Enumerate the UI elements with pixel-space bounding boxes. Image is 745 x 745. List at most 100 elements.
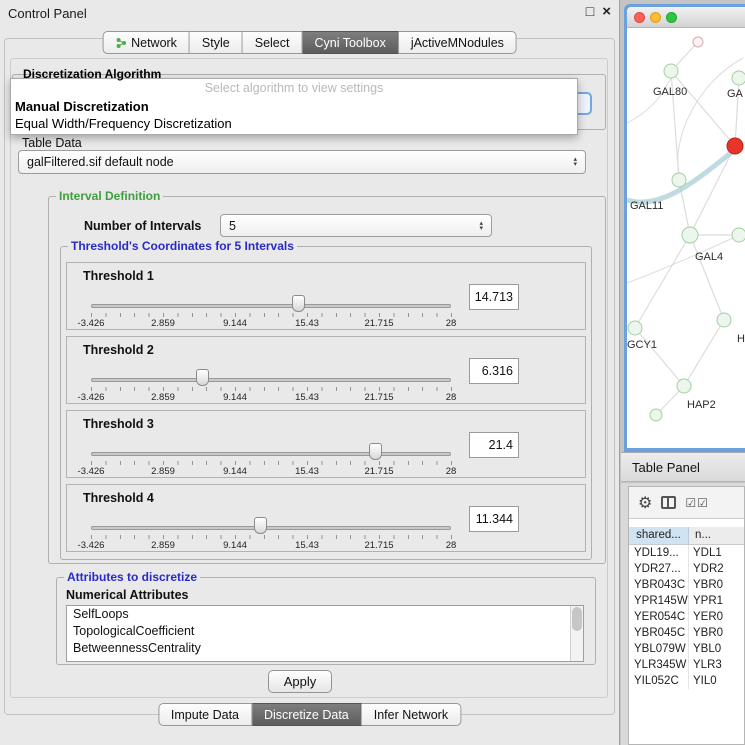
- table-row[interactable]: YBR043CYBR0: [629, 577, 744, 593]
- network-node-selected[interactable]: [727, 138, 743, 154]
- cell-shared-name: YDL19...: [629, 545, 689, 561]
- network-node[interactable]: [732, 71, 745, 85]
- network-node[interactable]: [682, 227, 698, 243]
- tab-cyni-toolbox[interactable]: Cyni Toolbox: [302, 31, 398, 54]
- slider-track[interactable]: [91, 304, 451, 308]
- zoom-traffic-light-icon[interactable]: [666, 12, 677, 23]
- interval-definition-group-title: Interval Definition: [56, 189, 163, 203]
- slider-thumb[interactable]: [254, 517, 267, 534]
- cell-shared-name: YPR145W: [629, 593, 689, 609]
- attribute-item[interactable]: SelfLoops: [67, 606, 583, 623]
- slider-scale-label: 9.144: [223, 540, 247, 551]
- attribute-item[interactable]: TopologicalCoefficient: [67, 623, 583, 640]
- slider-ticks: [91, 387, 452, 391]
- cell-name: YBL0: [689, 641, 744, 657]
- tab-infer-network[interactable]: Infer Network: [362, 703, 461, 726]
- table-row[interactable]: YDR27...YDR2: [629, 561, 744, 577]
- threshold-label: Threshold 3: [83, 417, 154, 431]
- close-icon[interactable]: ×: [602, 3, 611, 20]
- bottom-tab-bar: Impute Data Discretize Data Infer Networ…: [158, 703, 461, 726]
- slider-track[interactable]: [91, 378, 451, 382]
- tab-select[interactable]: Select: [243, 31, 303, 54]
- slider-scale-label: 2.859: [151, 318, 175, 329]
- network-edge: [690, 146, 735, 235]
- table-body: YDL19...YDL1YDR27...YDR2YBR043CYBR0YPR14…: [629, 545, 744, 689]
- tab-jactivemnodules[interactable]: jActiveMNodules: [399, 31, 517, 54]
- threshold-value-field[interactable]: 6.316: [469, 358, 519, 384]
- gear-icon[interactable]: ⚙: [638, 493, 652, 513]
- table-row[interactable]: YBR045CYBR0: [629, 625, 744, 641]
- list-scrollbar[interactable]: [570, 606, 583, 661]
- slider-track[interactable]: [91, 526, 451, 530]
- network-node[interactable]: [664, 64, 678, 78]
- columns-icon[interactable]: [661, 496, 676, 509]
- network-node[interactable]: [693, 37, 703, 47]
- table-data-combobox[interactable]: galFiltered.sif default node ▴▾: [18, 150, 586, 174]
- network-node[interactable]: [677, 379, 691, 393]
- table-row[interactable]: YPR145WYPR1: [629, 593, 744, 609]
- threshold-panel: Threshold 4 11.344 -3.4262.8599.14415.43…: [66, 484, 586, 552]
- select-columns-icons[interactable]: ☑☑: [685, 496, 709, 510]
- algorithm-dropdown-popup: Select algorithm to view settings Manual…: [10, 78, 578, 135]
- table-row[interactable]: YER054CYER0: [629, 609, 744, 625]
- scrollbar-thumb[interactable]: [572, 607, 582, 631]
- tab-network[interactable]: Network: [102, 31, 190, 54]
- network-view-window: GAL80GAGAL11GAL4GCY1HHAP2: [624, 4, 745, 452]
- network-node[interactable]: [672, 173, 686, 187]
- node-table: ⚙ ☑☑ shared... n... YDL19...YDL1YDR27...…: [628, 486, 745, 745]
- tab-label: Style: [202, 36, 230, 50]
- network-node[interactable]: [717, 313, 731, 327]
- dropdown-option-manual-discretization[interactable]: Manual Discretization: [11, 98, 577, 115]
- network-node[interactable]: [732, 228, 745, 242]
- threshold-value-field[interactable]: 14.713: [469, 284, 519, 310]
- slider-scale-label: -3.426: [78, 540, 105, 551]
- numerical-attributes-list[interactable]: SelfLoopsTopologicalCoefficientBetweenne…: [66, 605, 584, 662]
- cell-name: YDR2: [689, 561, 744, 577]
- table-row[interactable]: YDL19...YDL1: [629, 545, 744, 561]
- network-node[interactable]: [628, 321, 642, 335]
- network-edge: [627, 78, 671, 123]
- tab-style[interactable]: Style: [190, 31, 243, 54]
- network-node[interactable]: [650, 409, 662, 421]
- slider-scale-label: 9.144: [223, 392, 247, 403]
- slider-scale-label: 15.43: [295, 466, 319, 477]
- minimize-traffic-light-icon[interactable]: [650, 12, 661, 23]
- slider-track[interactable]: [91, 452, 451, 456]
- dropdown-placeholder-option[interactable]: Select algorithm to view settings: [11, 79, 577, 98]
- attribute-item[interactable]: BetweennessCentrality: [67, 640, 583, 657]
- float-icon[interactable]: □: [586, 3, 594, 20]
- apply-button[interactable]: Apply: [268, 670, 332, 693]
- cell-shared-name: YER054C: [629, 609, 689, 625]
- network-canvas[interactable]: GAL80GAGAL11GAL4GCY1HHAP2: [627, 28, 745, 448]
- close-traffic-light-icon[interactable]: [634, 12, 645, 23]
- network-window-titlebar[interactable]: [627, 7, 745, 28]
- number-of-intervals-combobox[interactable]: 5 ▴▾: [220, 214, 492, 237]
- number-of-intervals-value: 5: [229, 219, 236, 233]
- column-header-shared-name[interactable]: shared...: [629, 527, 689, 544]
- dropdown-option-equal-width-frequency[interactable]: Equal Width/Frequency Discretization: [11, 115, 577, 132]
- network-node-label: GAL80: [653, 86, 687, 98]
- slider-scale-label: 28: [446, 318, 457, 329]
- cell-shared-name: YDR27...: [629, 561, 689, 577]
- threshold-label: Threshold 1: [83, 269, 154, 283]
- column-header-name[interactable]: n...: [689, 527, 744, 544]
- cell-name: YBR0: [689, 577, 744, 593]
- cell-name: YER0: [689, 609, 744, 625]
- table-panel-title: Table Panel: [632, 460, 745, 475]
- threshold-value-field[interactable]: 11.344: [469, 506, 519, 532]
- combo-spinner-icon: ▴▾: [479, 221, 483, 231]
- slider-thumb[interactable]: [369, 443, 382, 460]
- slider-thumb[interactable]: [196, 369, 209, 386]
- slider-thumb[interactable]: [292, 295, 305, 312]
- network-node-label: GA: [727, 88, 744, 100]
- cell-name: YIL0: [689, 673, 744, 689]
- table-row[interactable]: YLR345WYLR3: [629, 657, 744, 673]
- table-row[interactable]: YIL052CYIL0: [629, 673, 744, 689]
- table-row[interactable]: YBL079WYBL0: [629, 641, 744, 657]
- network-node-label: HAP2: [687, 399, 716, 411]
- table-header-row: shared... n...: [629, 527, 744, 545]
- tab-discretize-data[interactable]: Discretize Data: [252, 703, 362, 726]
- threshold-value-field[interactable]: 21.4: [469, 432, 519, 458]
- tab-impute-data[interactable]: Impute Data: [158, 703, 252, 726]
- network-icon: [115, 37, 126, 49]
